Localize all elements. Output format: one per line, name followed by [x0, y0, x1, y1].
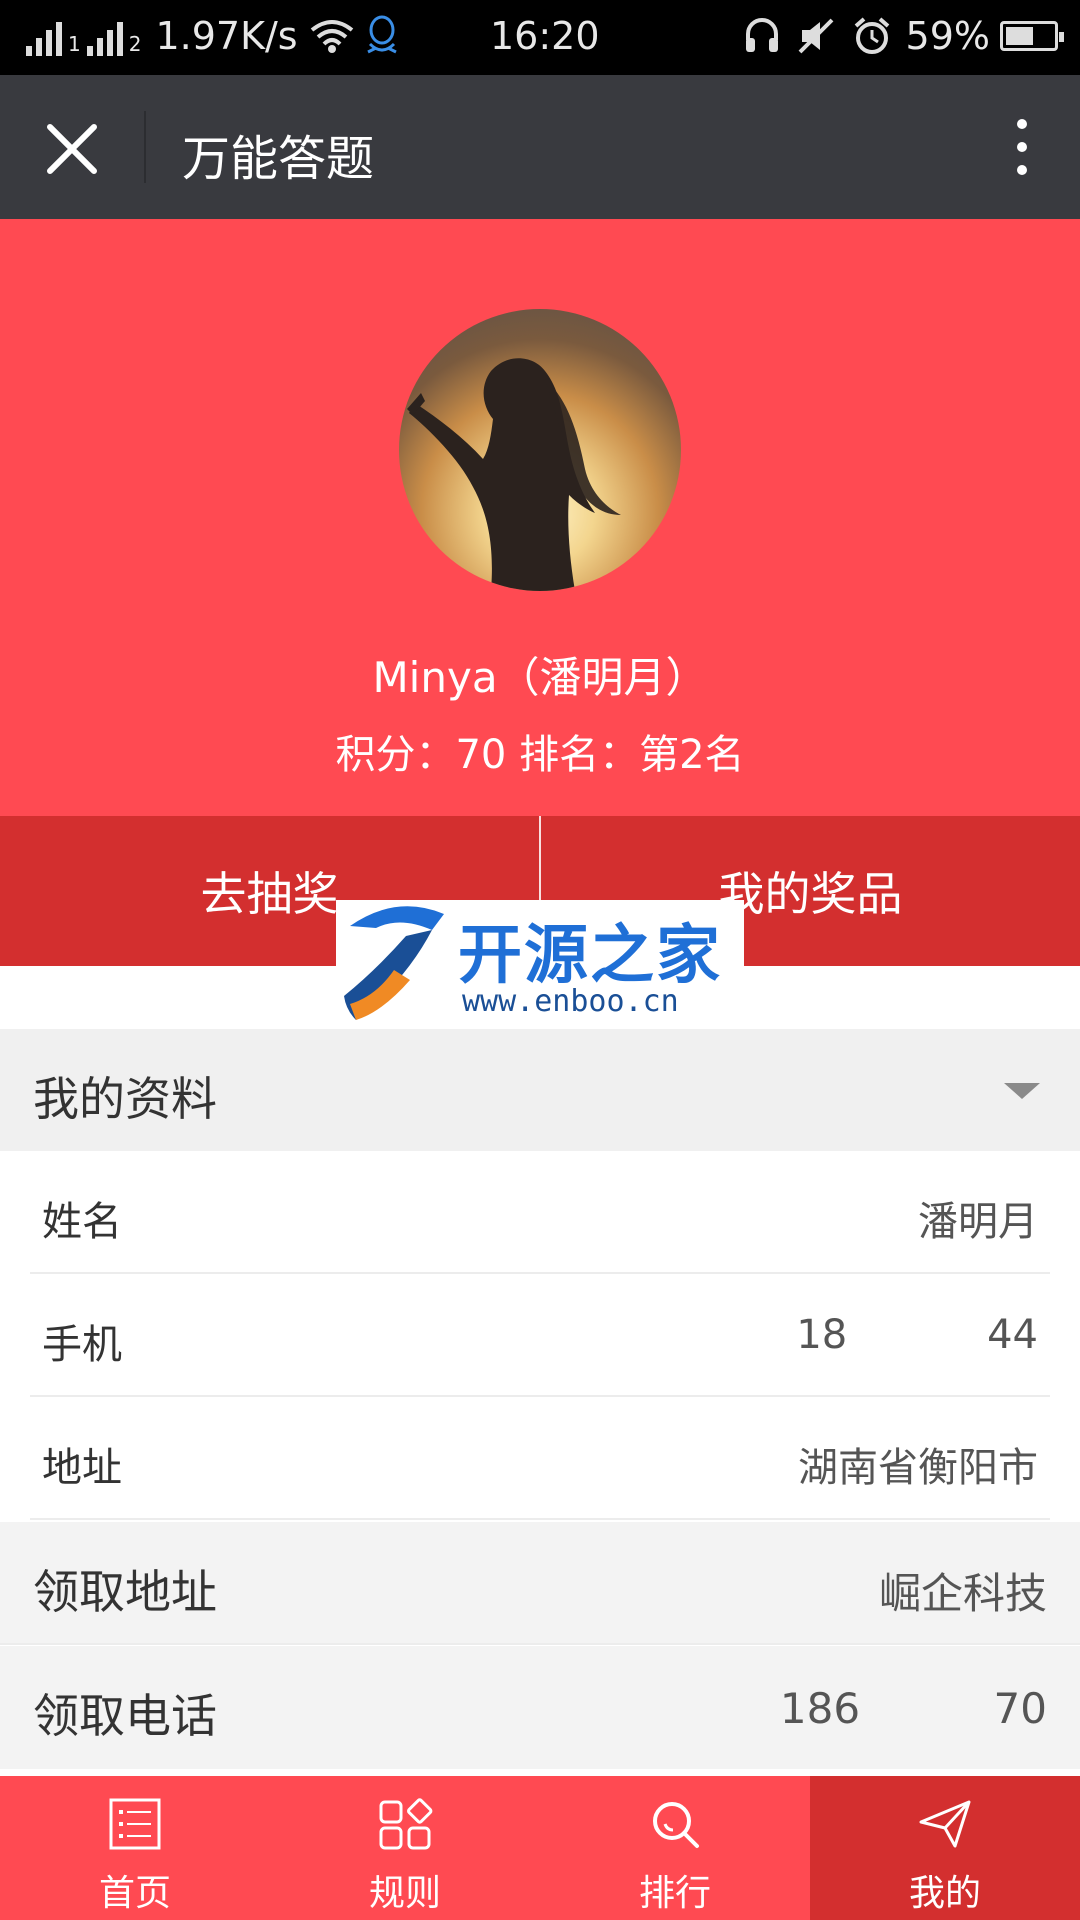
clock: 16:20	[490, 14, 600, 58]
grid-icon	[379, 1798, 433, 1850]
info-row-name: 姓名 潘明月	[0, 1151, 1080, 1274]
mute-icon	[798, 18, 833, 54]
row-label: 姓名	[42, 1199, 122, 1245]
avatar[interactable]	[399, 309, 681, 591]
title-bar: 万能答题	[0, 75, 1080, 219]
network-speed: 1.97K/s	[155, 14, 298, 58]
row-label: 领取电话	[33, 1689, 217, 1743]
tab-label: 排行	[638, 1873, 711, 1914]
section-title: 我的资料	[33, 1072, 217, 1126]
bottom-tab-bar: 首页 规则 排行 我的	[0, 1776, 1080, 1920]
row-divider	[30, 1518, 1050, 1520]
row-value: 湖南省衡阳市	[798, 1445, 1038, 1491]
watermark-url: www.enboo.cn	[462, 984, 679, 1019]
signal-icon-2: 2	[86, 16, 141, 56]
row-value: 崛企科技	[878, 1569, 1047, 1618]
info-row-address: 地址 湖南省衡阳市	[0, 1397, 1080, 1520]
user-name: Minya（潘明月）	[372, 653, 708, 702]
row-label: 领取地址	[33, 1565, 217, 1619]
status-bar: 1 2 1.97K/s 16:20 59%	[0, 0, 1080, 75]
row-value: 潘明月	[918, 1199, 1038, 1245]
title-divider	[144, 111, 146, 183]
battery-icon	[1000, 21, 1064, 51]
wifi-icon	[310, 20, 353, 53]
watermark-brand: 开源之家	[458, 919, 722, 993]
battery-percent: 59%	[905, 14, 990, 58]
row-value: 186 70	[779, 1684, 1047, 1733]
row-label: 手机	[42, 1322, 122, 1368]
my-profile-header[interactable]: 我的资料	[0, 1029, 1080, 1151]
send-icon	[919, 1800, 971, 1848]
headset-icon	[745, 18, 778, 52]
tab-label: 首页	[98, 1873, 171, 1914]
close-icon[interactable]	[40, 117, 104, 181]
tab-mine[interactable]: 我的	[810, 1776, 1080, 1920]
info-row-phone: 手机 18 44	[0, 1274, 1080, 1397]
watermark-logo	[344, 906, 444, 1020]
profile-header: Minya（潘明月） 积分：70 排名：第2名	[0, 219, 1080, 816]
tab-home[interactable]: 首页	[0, 1776, 270, 1920]
row-value: 18 44	[796, 1312, 1038, 1358]
page-title: 万能答题	[182, 131, 375, 187]
tab-label: 我的	[908, 1873, 981, 1914]
score-rank: 积分：70 排名：第2名	[335, 732, 745, 778]
tab-rules[interactable]: 规则	[270, 1776, 540, 1920]
qq-icon	[366, 15, 397, 54]
alarm-icon	[854, 17, 889, 54]
search-icon	[653, 1802, 699, 1848]
tab-label: 规则	[368, 1873, 441, 1914]
chevron-down-icon[interactable]	[1004, 1083, 1040, 1099]
signal-icon: 1	[26, 16, 81, 56]
watermark: 开源之家 www.enboo.cn	[336, 900, 744, 1024]
tab-ranking[interactable]: 排行	[540, 1776, 810, 1920]
row-divider	[0, 1643, 1080, 1645]
list-icon	[109, 1798, 161, 1850]
row-label: 地址	[42, 1445, 122, 1491]
more-menu-icon[interactable]	[1004, 115, 1040, 179]
pickup-phone-row: 领取电话 186 70	[0, 1646, 1080, 1769]
pickup-address-row: 领取地址 崛企科技	[0, 1522, 1080, 1645]
